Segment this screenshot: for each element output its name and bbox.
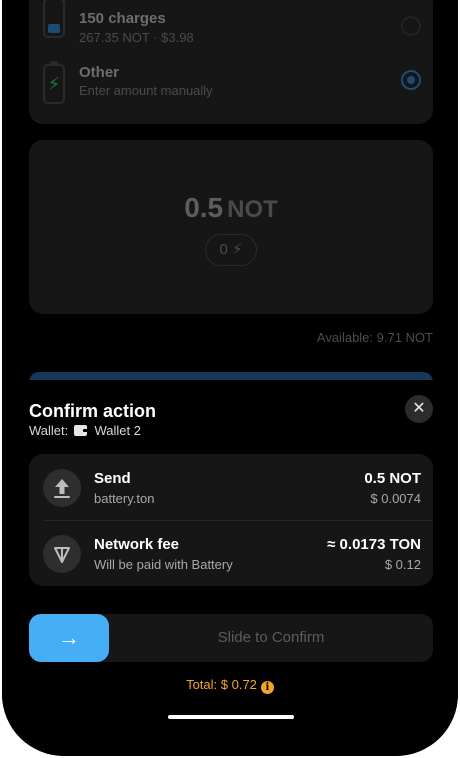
charge-options-list: 150 charges 267.35 NOT · $3.98 ⚡ Other E… bbox=[29, 0, 433, 124]
send-title: Send bbox=[94, 470, 131, 487]
close-icon: ✕ bbox=[412, 400, 426, 417]
send-row: Send battery.ton 0.5 NOT $ 0.0074 bbox=[29, 454, 433, 521]
home-indicator bbox=[168, 715, 294, 719]
slider-knob[interactable]: → bbox=[29, 614, 109, 662]
amount-currency: NOT bbox=[227, 196, 278, 223]
screen: 150 charges 267.35 NOT · $3.98 ⚡ Other E… bbox=[2, 0, 458, 756]
option-subtitle: Enter amount manually bbox=[79, 83, 213, 98]
option-150-charges[interactable]: 150 charges 267.35 NOT · $3.98 bbox=[29, 0, 433, 52]
option-radio-selected[interactable] bbox=[401, 70, 421, 90]
arrow-right-icon: → bbox=[58, 625, 80, 650]
battery-fill bbox=[48, 24, 60, 33]
option-radio[interactable] bbox=[401, 16, 421, 36]
bolt-icon: ⚡ bbox=[231, 241, 243, 258]
option-other[interactable]: ⚡ Other Enter amount manually bbox=[29, 60, 433, 124]
wallet-icon bbox=[73, 425, 88, 436]
action-details-card: Send battery.ton 0.5 NOT $ 0.0074 Networ… bbox=[29, 454, 433, 586]
amount-value: 0.5 bbox=[184, 192, 224, 223]
fee-subtitle: Will be paid with Battery bbox=[94, 557, 233, 572]
slider-label: Slide to Confirm bbox=[217, 629, 325, 646]
confirm-sheet: Confirm action Wallet: Wallet 2 ✕ Send b… bbox=[2, 380, 458, 756]
wallet-name: Wallet 2 bbox=[94, 423, 141, 438]
send-amount: 0.5 NOT bbox=[364, 470, 421, 487]
send-fiat: $ 0.0074 bbox=[370, 491, 421, 506]
fee-title: Network fee bbox=[94, 536, 180, 553]
fee-amount: ≈ 0.0173 TON bbox=[327, 536, 421, 553]
battery-icon bbox=[43, 0, 65, 38]
info-icon[interactable]: i bbox=[260, 681, 274, 694]
network-fee-row: Network fee Will be paid with Battery ≈ … bbox=[29, 520, 433, 586]
option-title: Other bbox=[79, 64, 120, 81]
wallet-line: Wallet: Wallet 2 bbox=[29, 423, 141, 438]
ton-diamond-icon bbox=[43, 535, 81, 573]
option-title: 150 charges bbox=[79, 10, 166, 27]
battery-charging-icon: ⚡ bbox=[43, 61, 65, 104]
amount-display: 0.5 NOT bbox=[29, 192, 433, 224]
arrow-up-icon bbox=[43, 469, 81, 507]
total-amount: Total: $ 0.72 bbox=[186, 677, 257, 692]
available-balance: Available: 9.71 NOT bbox=[316, 330, 433, 345]
fee-fiat: $ 0.12 bbox=[384, 557, 421, 572]
total-line: Total: $ 0.72 i bbox=[2, 677, 458, 694]
charges-count: 0 bbox=[219, 241, 228, 258]
slide-to-confirm[interactable]: → Slide to Confirm bbox=[29, 614, 433, 662]
phone-frame: 150 charges 267.35 NOT · $3.98 ⚡ Other E… bbox=[0, 0, 460, 758]
close-button[interactable]: ✕ bbox=[405, 395, 433, 423]
option-subtitle: 267.35 NOT · $3.98 bbox=[79, 30, 194, 45]
charges-pill: 0 ⚡ bbox=[205, 234, 257, 266]
send-recipient: battery.ton bbox=[94, 491, 155, 506]
sheet-title: Confirm action bbox=[29, 401, 157, 421]
amount-input-card[interactable]: 0.5 NOT 0 ⚡ bbox=[29, 140, 433, 314]
wallet-label: Wallet: bbox=[29, 423, 69, 438]
